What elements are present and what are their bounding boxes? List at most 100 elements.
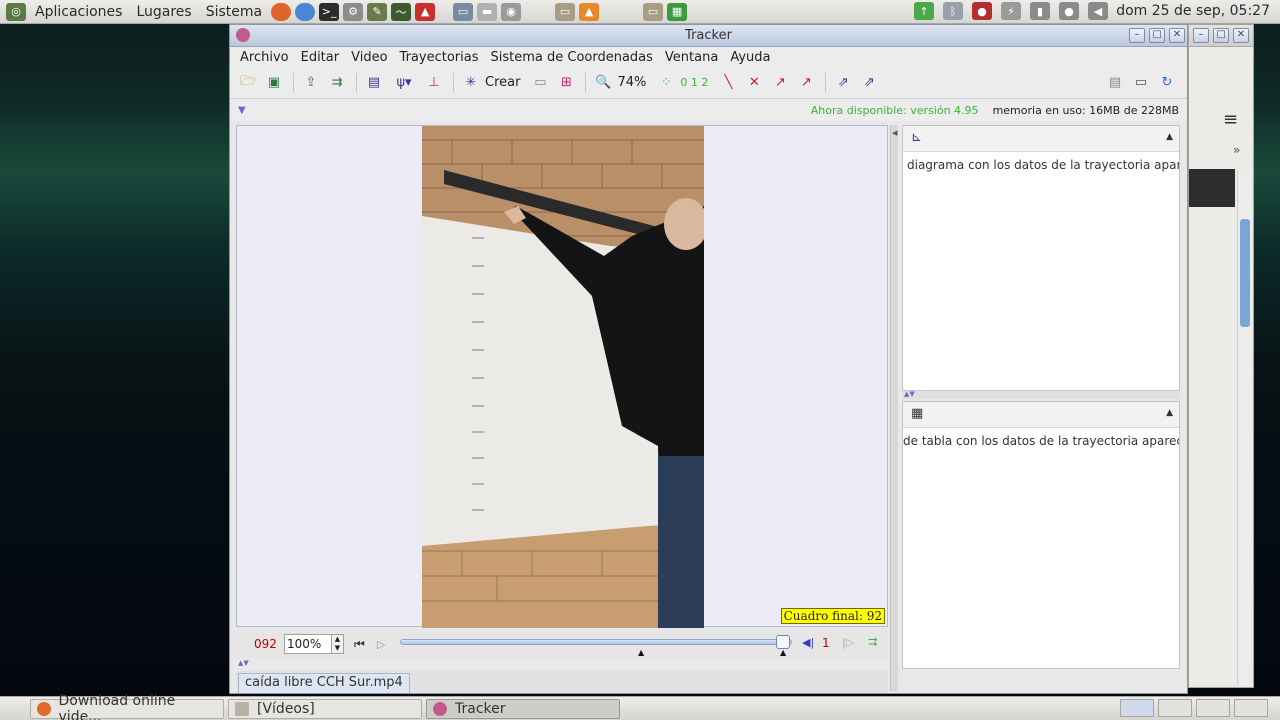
acceleration-icon[interactable]: ↗	[794, 72, 818, 94]
menu-sistema[interactable]: Sistema	[199, 4, 269, 20]
distro-logo-icon[interactable]: ◎	[6, 2, 26, 21]
power-icon[interactable]: ⚡	[1001, 2, 1021, 20]
calibration-icon[interactable]: ψ▾	[388, 72, 420, 94]
menu-editar[interactable]: Editar	[295, 50, 346, 65]
drive-icon[interactable]: ▬	[477, 2, 498, 21]
workspace-switcher-icon[interactable]	[1158, 699, 1192, 717]
taskbar-item-videos[interactable]: [Vídeos]	[228, 698, 422, 719]
microphone-icon[interactable]: ●	[1059, 2, 1079, 20]
maximize-button[interactable]: □	[1213, 28, 1229, 43]
firefox-icon[interactable]	[271, 2, 292, 21]
chromium-icon[interactable]	[295, 2, 316, 21]
pane-maximize-icon[interactable]: ▲	[1166, 408, 1173, 418]
close-button[interactable]: ✕	[1233, 28, 1249, 43]
zoom-level[interactable]: 74%	[617, 75, 646, 90]
spinner-arrows-icon[interactable]: ▲ ▼	[332, 634, 344, 654]
update-icon[interactable]: ↑	[914, 2, 934, 20]
save-icon[interactable]: ▣	[262, 72, 286, 94]
position-icon[interactable]: ✕	[742, 72, 766, 94]
update-notice[interactable]: Ahora disponible: versión 4.95	[811, 104, 979, 117]
velocity-icon[interactable]: ↗	[768, 72, 792, 94]
computer-icon[interactable]: ▭	[453, 2, 474, 21]
playback-slider[interactable]	[400, 635, 792, 649]
volume-icon[interactable]: ◀	[1088, 2, 1108, 20]
end-marker-icon[interactable]: ▲	[780, 648, 786, 657]
divider-arrows-icon[interactable]: ▲▼	[904, 390, 915, 398]
rewind-button[interactable]: ⏮	[354, 637, 365, 652]
plot-icon[interactable]: ⊾	[911, 130, 922, 145]
table-icon[interactable]: ▦	[911, 406, 923, 421]
step-forward-button[interactable]: |▷	[842, 636, 854, 649]
recorder-icon[interactable]: ●	[972, 2, 992, 20]
system-monitor-icon[interactable]: 〜	[391, 2, 412, 21]
workspace-switcher-icon[interactable]	[1196, 699, 1230, 717]
minimize-button[interactable]: –	[1129, 28, 1145, 43]
workspace-switcher-icon[interactable]	[1234, 699, 1268, 717]
create-track-icon[interactable]: ✳	[459, 72, 483, 94]
axes-icon[interactable]: ⊥	[422, 72, 446, 94]
xmass-icon[interactable]: ⇗	[831, 72, 855, 94]
arduino-icon[interactable]: ▲	[415, 2, 436, 21]
network-icon[interactable]: ▮	[1030, 2, 1050, 20]
open-icon[interactable]: 🗁	[236, 72, 260, 94]
menu-video[interactable]: Video	[345, 50, 393, 65]
menu-archivo[interactable]: Archivo	[234, 50, 295, 65]
pane-maximize-icon[interactable]: ▲	[1166, 132, 1173, 142]
autotracker-icon[interactable]: ⊞	[554, 72, 578, 94]
table-pane[interactable]: ▦ ▲ de tabla con los datos de la trayect…	[902, 401, 1180, 669]
file-tab[interactable]: caída libre CCH Sur.mp4	[238, 673, 410, 693]
taskbar-item-tracker[interactable]: Tracker	[426, 698, 620, 719]
window-icon[interactable]: ▭	[1129, 72, 1153, 94]
path-icon[interactable]: ╲	[716, 72, 740, 94]
taskbar-item-firefox[interactable]: Download online vide...	[30, 693, 224, 720]
notes-icon[interactable]: ▤	[1103, 72, 1127, 94]
menu-ventana[interactable]: Ventana	[659, 50, 724, 65]
camera-icon[interactable]: ◉	[501, 2, 522, 21]
step-size-value[interactable]: 1	[822, 636, 830, 650]
pane-divider[interactable]: ▲▼	[902, 390, 1180, 399]
video-frame[interactable]	[422, 126, 704, 628]
split-pane-handle[interactable]: ◀	[890, 125, 898, 691]
slider-thumb[interactable]	[776, 635, 791, 649]
maximize-button[interactable]: □	[1149, 28, 1165, 43]
bluetooth-icon[interactable]: ᛒ	[943, 2, 963, 20]
hamburger-menu-icon[interactable]: ≡	[1223, 109, 1238, 130]
plot-pane[interactable]: ⊾ ▲ diagrama con los datos de la trayect…	[902, 125, 1180, 391]
close-button[interactable]: ✕	[1169, 28, 1185, 43]
video-panel[interactable]: Cuadro final: 92	[236, 125, 888, 628]
spreadsheet-icon[interactable]: ▦	[667, 2, 688, 21]
menu-sistema-coordenadas[interactable]: Sistema de Coordenadas	[484, 50, 658, 65]
title-bar[interactable]: Tracker – □ ✕	[230, 25, 1187, 47]
scrollbar-thumb[interactable]	[1240, 219, 1250, 327]
import-icon[interactable]: ⇪	[299, 72, 323, 94]
play-button[interactable]: ▷	[377, 638, 385, 651]
menu-ayuda[interactable]: Ayuda	[724, 50, 776, 65]
scrollbar[interactable]	[1237, 171, 1251, 685]
export-icon[interactable]: ⇉	[325, 72, 349, 94]
player-collapse-arrows[interactable]: ▲▼	[238, 659, 249, 667]
marking-fraction-label[interactable]: 0 1 2	[680, 76, 708, 89]
xcm-icon[interactable]: ⇗	[857, 72, 881, 94]
track-control-icon[interactable]: ▭	[528, 72, 552, 94]
text-editor-icon[interactable]: ✎	[367, 2, 388, 21]
menu-aplicaciones[interactable]: Aplicaciones	[28, 4, 129, 20]
splitter-arrow-icon[interactable]: ◀	[892, 129, 897, 137]
background-window[interactable]: – □ ✕ ≡ »	[1188, 24, 1254, 688]
trails-icon[interactable]: ⁘	[654, 72, 678, 94]
menu-lugares[interactable]: Lugares	[129, 4, 198, 20]
minimize-button[interactable]: –	[1193, 28, 1209, 43]
refresh-icon[interactable]: ↻	[1155, 72, 1179, 94]
terminal-icon[interactable]: >_	[319, 2, 340, 21]
vlc-icon[interactable]: ▲	[579, 2, 600, 21]
step-back-button[interactable]: ◀|	[802, 636, 814, 649]
create-button[interactable]: Crear	[485, 75, 520, 90]
workspace-switcher-icon[interactable]	[1120, 699, 1154, 717]
overflow-icon[interactable]: »	[1233, 143, 1240, 157]
menu-trayectorias[interactable]: Trayectorias	[394, 50, 485, 65]
start-marker-icon[interactable]: ▲	[638, 648, 644, 657]
zoom-icon[interactable]: 🔍	[591, 72, 615, 94]
folder-icon[interactable]: ▭	[643, 2, 664, 21]
folder-icon[interactable]: ▭	[555, 2, 576, 21]
frame-counter[interactable]: 092	[254, 637, 284, 651]
loop-icon[interactable]: ⮆	[868, 635, 878, 650]
